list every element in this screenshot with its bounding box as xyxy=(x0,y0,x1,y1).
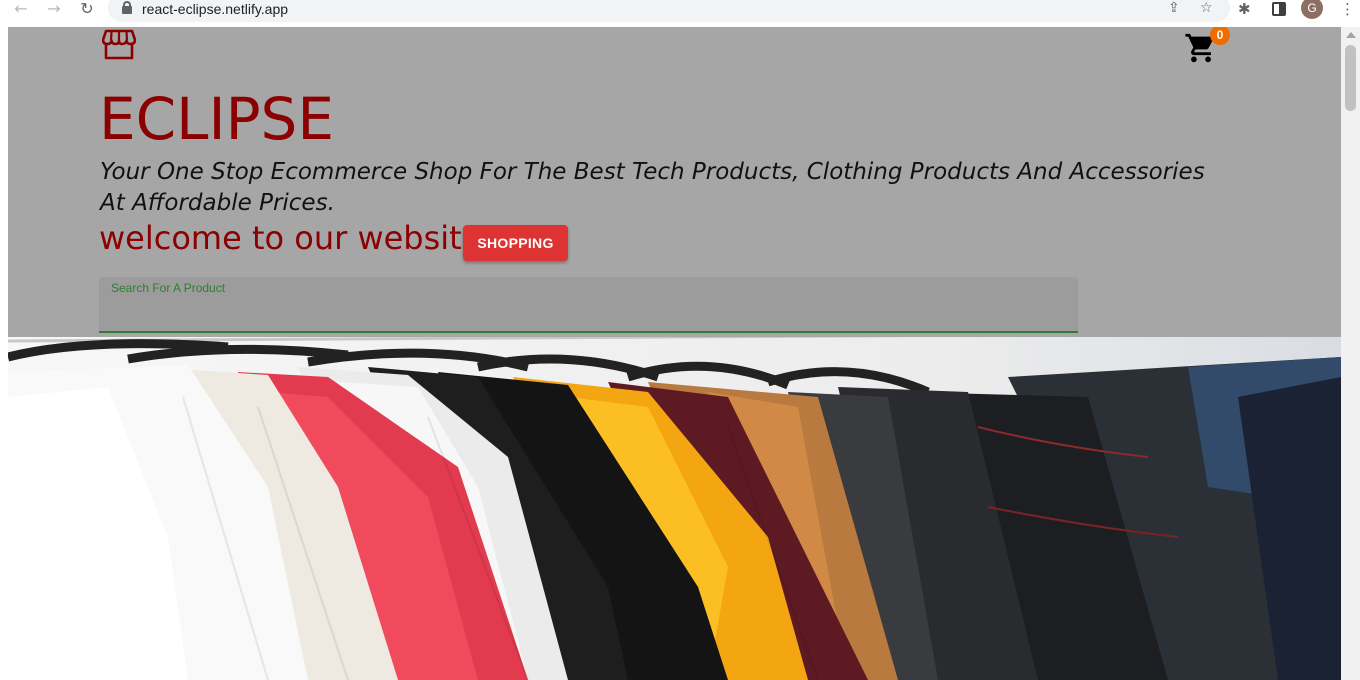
scroll-thumb[interactable] xyxy=(1345,45,1356,111)
tagline: Your One Stop Ecommerce Shop For The Bes… xyxy=(100,159,1205,216)
profile-avatar[interactable]: G xyxy=(1301,0,1323,19)
shopping-button[interactable]: SHOPPING xyxy=(463,225,568,261)
star-icon[interactable]: ☆ xyxy=(1200,0,1213,16)
page-viewport: 0 ECLIPSE Your One Stop Ecommerce Shop F… xyxy=(8,27,1341,680)
side-panel-icon[interactable] xyxy=(1272,2,1286,16)
search-input[interactable]: Search For A Product xyxy=(99,277,1078,333)
arrow-right-icon[interactable]: → xyxy=(43,0,65,20)
search-label: Search For A Product xyxy=(111,281,226,295)
page-scrollbar[interactable] xyxy=(1341,27,1360,680)
url-text[interactable]: react-eclipse.netlify.app xyxy=(142,1,288,17)
lock-icon[interactable] xyxy=(122,1,132,14)
reload-icon[interactable]: ↻ xyxy=(76,0,98,20)
scroll-up-arrow-icon[interactable] xyxy=(1346,32,1356,38)
brand-title: ECLIPSE xyxy=(99,85,335,153)
share-icon[interactable]: ⇪ xyxy=(1168,0,1180,16)
clothing-rack-image xyxy=(8,337,1341,680)
hero-header: 0 ECLIPSE Your One Stop Ecommerce Shop F… xyxy=(8,27,1341,337)
cart-count-badge: 0 xyxy=(1210,27,1230,45)
cart-button[interactable]: 0 xyxy=(1184,27,1230,67)
kebab-menu-icon[interactable]: ⋮ xyxy=(1340,0,1355,18)
puzzle-icon[interactable]: ✱ xyxy=(1238,0,1251,18)
welcome-text: welcome to our website xyxy=(99,219,482,257)
storefront-icon[interactable] xyxy=(102,28,136,60)
clothing-rack-tshirts-image xyxy=(8,337,1341,680)
address-bar[interactable]: react-eclipse.netlify.app ⇪ ☆ xyxy=(108,0,1230,22)
arrow-left-icon[interactable]: ← xyxy=(10,0,32,20)
browser-toolbar: ← → ↻ react-eclipse.netlify.app ⇪ ☆ ✱ G … xyxy=(0,0,1360,27)
